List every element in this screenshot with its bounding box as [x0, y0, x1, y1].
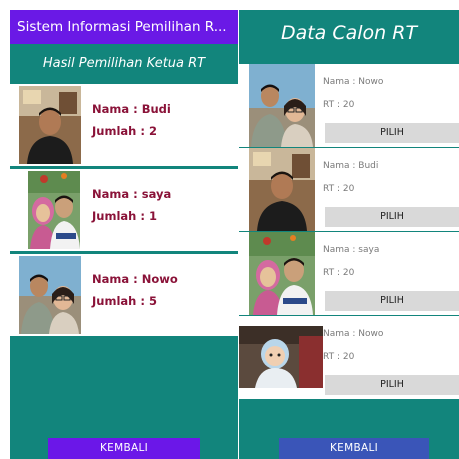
candidate-name: Nama : saya [323, 245, 380, 255]
candidate-card-nowo: Nama : Nowo RT : 20 PILIH [239, 64, 459, 148]
result-card-budi: Nama : Budi Jumlah : 2 [10, 84, 238, 166]
candidate-photo [249, 64, 315, 147]
candidate-photo [239, 326, 323, 388]
candidate-card-budi: Nama : Budi RT : 20 PILIH [239, 148, 459, 232]
candidate-rt: RT : 20 [323, 100, 355, 110]
right-phone-screen: Data Calon RT Nama : Nowo RT : 20 PILIH [239, 10, 459, 459]
candidate-photo [249, 148, 315, 231]
result-vote-count: Jumlah : 5 [92, 294, 157, 308]
candidate-card-nowo-2: Nama : Nowo RT : 20 PILIH [239, 316, 459, 400]
pilih-button[interactable]: PILIH [325, 291, 459, 311]
result-vote-count: Jumlah : 2 [92, 124, 157, 138]
candidate-rt: RT : 20 [323, 184, 355, 194]
pilih-button[interactable]: PILIH [325, 375, 459, 395]
candidate-name: Nama : Nowo [323, 329, 384, 339]
candidate-photo [28, 171, 80, 249]
candidate-name: Nama : Nowo [323, 77, 384, 87]
result-name: Nama : saya [92, 187, 172, 201]
result-vote-count: Jumlah : 1 [92, 209, 157, 223]
candidate-photo [19, 86, 81, 164]
page-title: Data Calon RT [280, 22, 418, 44]
result-card-saya: Nama : saya Jumlah : 1 [10, 169, 238, 251]
back-button[interactable]: KEMBALI [279, 438, 429, 459]
result-card-nowo: Nama : Nowo Jumlah : 5 [10, 254, 238, 336]
candidate-photo [19, 256, 81, 334]
pilih-button[interactable]: PILIH [325, 123, 459, 143]
candidate-card-saya: Nama : saya RT : 20 PILIH [239, 232, 459, 316]
left-phone-screen: Sistem Informasi Pemilihan R... Hasil Pe… [10, 10, 238, 459]
back-button[interactable]: KEMBALI [48, 438, 200, 459]
candidate-rt: RT : 20 [323, 352, 355, 362]
results-subtitle: Hasil Pemilihan Ketua RT [42, 56, 206, 71]
result-name: Nama : Budi [92, 102, 171, 116]
pilih-button[interactable]: PILIH [325, 207, 459, 227]
candidate-rt: RT : 20 [323, 268, 355, 278]
candidate-photo [249, 232, 315, 315]
app-bar-title: Sistem Informasi Pemilihan R... [10, 10, 238, 44]
candidate-name: Nama : Budi [323, 161, 379, 171]
result-name: Nama : Nowo [92, 272, 178, 286]
